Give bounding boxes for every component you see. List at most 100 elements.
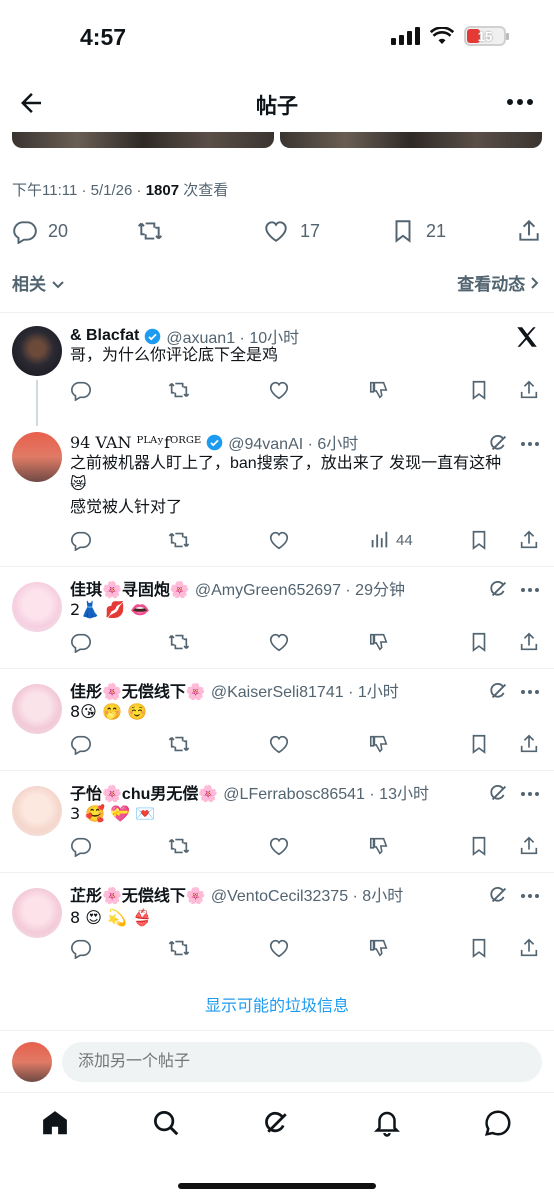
- reply-text: 感觉被人针对了: [70, 499, 183, 516]
- reply-text: 之前被机器人盯上了，ban搜索了，放出来了 发现一直有这种: [70, 455, 502, 472]
- add-post-input[interactable]: [62, 1042, 542, 1082]
- reply-bookmark-button[interactable]: [468, 630, 492, 654]
- reply-like-button[interactable]: [268, 528, 292, 552]
- post-media-strip[interactable]: [12, 132, 542, 148]
- reply-comment-button[interactable]: [70, 834, 94, 858]
- reply-dislike-button[interactable]: [368, 630, 392, 654]
- reply-repost-button[interactable]: [168, 936, 192, 960]
- reply-repost-button[interactable]: [168, 732, 192, 756]
- reply-like-button[interactable]: [268, 630, 292, 654]
- more-options-icon[interactable]: [520, 790, 540, 798]
- bookmark-button[interactable]: 21: [390, 218, 446, 244]
- reply-handle-time: @LFerrabosc86541 · 13小时: [223, 786, 429, 803]
- share-button[interactable]: [516, 218, 542, 244]
- reply-header: 佳彤🌸无偿线下🌸 @KaiserSeli81741 · 1小时: [70, 678, 399, 702]
- reply-bookmark-button[interactable]: [468, 732, 492, 756]
- reply-like-button[interactable]: [268, 732, 292, 756]
- like-count: 17: [300, 220, 321, 241]
- divider: [0, 312, 554, 313]
- search-icon[interactable]: [151, 1108, 181, 1138]
- grok-icon[interactable]: [488, 884, 510, 906]
- reply-comment-button[interactable]: [70, 936, 94, 960]
- view-activity-label: 查看动态: [457, 275, 526, 294]
- reply-comment-button[interactable]: [70, 630, 94, 654]
- comment-icon: [71, 381, 91, 401]
- comment-icon: [71, 735, 91, 755]
- more-options-icon[interactable]: [506, 94, 534, 110]
- grok-icon[interactable]: [488, 782, 510, 804]
- more-options-icon[interactable]: [520, 688, 540, 696]
- grok-icon[interactable]: [488, 432, 510, 454]
- reply-header: 芷彤🌸无偿线下🌸 @VentoCecil32375 · 8小时: [70, 882, 403, 906]
- avatar[interactable]: [12, 888, 62, 938]
- reply-bookmark-button[interactable]: [468, 528, 492, 552]
- reply-comment-button[interactable]: [70, 528, 94, 552]
- reply-author-name[interactable]: 94 VAN ᴾᴸᴬʸfᴼᴿᴳᴱ: [70, 433, 201, 452]
- reply-views-button[interactable]: 44: [368, 528, 428, 552]
- reply-bookmark-button[interactable]: [468, 936, 492, 960]
- reply-repost-button[interactable]: [168, 528, 192, 552]
- grok-icon[interactable]: [488, 680, 510, 702]
- reply-like-button[interactable]: [268, 378, 292, 402]
- reply-actions: 44: [70, 528, 544, 552]
- reply-actions: [70, 936, 544, 960]
- reply-author-name[interactable]: 佳琪🌸寻固炮🌸: [70, 576, 190, 600]
- reply-share-button[interactable]: [518, 834, 542, 858]
- reply-author-name[interactable]: 佳彤🌸无偿线下🌸: [70, 678, 206, 702]
- notifications-icon[interactable]: [372, 1108, 402, 1138]
- reply-share-button[interactable]: [518, 732, 542, 756]
- heart-icon: [269, 837, 289, 856]
- reply-comment-button[interactable]: [70, 378, 94, 402]
- verified-badge-icon: [145, 328, 161, 344]
- reply-like-button[interactable]: [268, 834, 292, 858]
- avatar[interactable]: [12, 582, 62, 632]
- reply-comment-button[interactable]: [70, 732, 94, 756]
- reply-author-name[interactable]: & Blacfat: [70, 327, 139, 345]
- related-dropdown[interactable]: 相关: [12, 270, 65, 295]
- avatar[interactable]: [12, 432, 62, 482]
- reply-bookmark-button[interactable]: [468, 378, 492, 402]
- reply-share-button[interactable]: [518, 936, 542, 960]
- share-icon: [520, 530, 538, 549]
- reply-share-button[interactable]: [518, 528, 542, 552]
- reply-text-emoji: 😿: [70, 474, 87, 493]
- reply-like-button[interactable]: [268, 936, 292, 960]
- view-activity-link[interactable]: 查看动态: [457, 270, 540, 295]
- avatar[interactable]: [12, 326, 62, 376]
- reply-repost-button[interactable]: [168, 630, 192, 654]
- bookmark-icon: [472, 734, 486, 754]
- more-options-icon[interactable]: [520, 440, 540, 448]
- reply-repost-button[interactable]: [168, 834, 192, 858]
- reply-dislike-button[interactable]: [368, 378, 392, 402]
- post-views-count: 1807: [145, 182, 180, 199]
- reply-handle-time: @VentoCecil32375 · 8小时: [210, 888, 404, 905]
- reply-dislike-button[interactable]: [368, 936, 392, 960]
- grok-icon[interactable]: [488, 578, 510, 600]
- avatar[interactable]: [12, 684, 62, 734]
- avatar[interactable]: [12, 786, 62, 836]
- post-image-2[interactable]: [280, 132, 542, 148]
- reply-dislike-button[interactable]: [368, 834, 392, 858]
- more-options-icon[interactable]: [520, 892, 540, 900]
- repost-icon: [168, 532, 190, 548]
- reply-share-button[interactable]: [518, 630, 542, 654]
- repost-button[interactable]: [136, 218, 164, 244]
- reply-author-name[interactable]: 芷彤🌸无偿线下🌸: [70, 882, 206, 906]
- reply-button[interactable]: 20: [12, 218, 68, 244]
- reply-share-button[interactable]: [518, 378, 542, 402]
- chevron-right-icon: [531, 277, 539, 289]
- home-icon[interactable]: [40, 1108, 70, 1138]
- reply-repost-button[interactable]: [168, 378, 192, 402]
- post-image-1[interactable]: [12, 132, 274, 148]
- reply-bookmark-button[interactable]: [468, 834, 492, 858]
- avatar[interactable]: [12, 1042, 52, 1082]
- reply-dislike-button[interactable]: [368, 732, 392, 756]
- grok-icon[interactable]: [262, 1108, 292, 1138]
- thread-line: [36, 380, 38, 426]
- share-icon: [520, 938, 538, 957]
- more-options-icon[interactable]: [520, 586, 540, 594]
- messages-icon[interactable]: [483, 1108, 513, 1138]
- reply-author-name[interactable]: 子怡🌸chu男无偿🌸: [70, 780, 218, 804]
- show-spam-link[interactable]: 显示可能的垃圾信息: [0, 992, 554, 1016]
- like-button[interactable]: 17: [262, 218, 320, 244]
